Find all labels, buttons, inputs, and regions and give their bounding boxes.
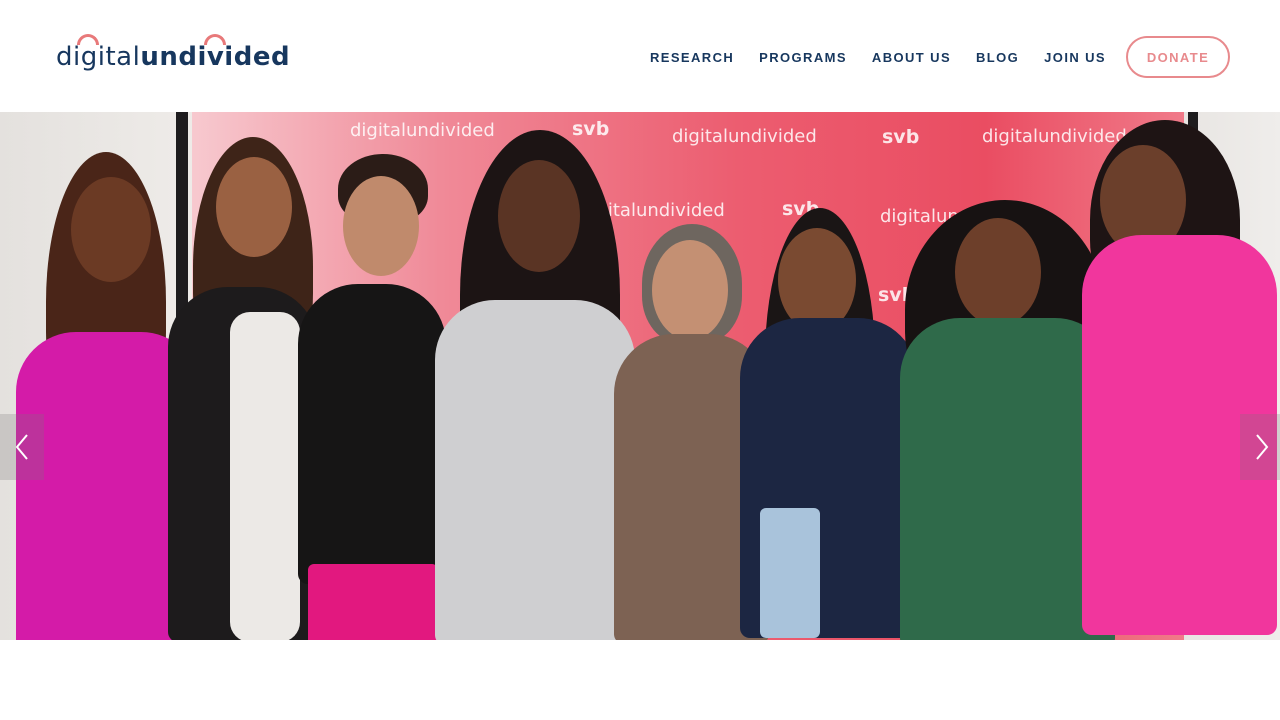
nav-blog[interactable]: BLOG	[976, 50, 1019, 65]
nav-programs[interactable]: PROGRAMS	[759, 50, 847, 65]
main-nav: RESEARCH PROGRAMS ABOUT US BLOG JOIN US …	[650, 36, 1230, 78]
logo-text: digitalundivided	[56, 42, 290, 72]
chevron-left-icon	[15, 434, 28, 460]
chevron-right-icon	[1256, 434, 1269, 460]
backdrop-svb-text: svb	[882, 126, 920, 148]
site-logo[interactable]: digitalundivided	[56, 34, 296, 78]
person-4	[430, 130, 640, 640]
person-6	[740, 208, 920, 638]
slider-prev-button[interactable]	[0, 414, 44, 480]
person-8	[1070, 120, 1280, 640]
backdrop-logo-text: digitalundivided	[672, 126, 817, 147]
logo-text-light: digital	[56, 42, 141, 72]
hero-slider: digitalundivided svb digitalundivided sv…	[0, 112, 1280, 640]
logo-text-bold: undivided	[140, 42, 291, 72]
donate-button[interactable]: DONATE	[1126, 36, 1230, 78]
nav-about-us[interactable]: ABOUT US	[872, 50, 951, 65]
slider-next-button[interactable]	[1240, 414, 1280, 480]
site-header: digitalundivided RESEARCH PROGRAMS ABOUT…	[0, 0, 1280, 112]
nav-join-us[interactable]: JOIN US	[1044, 50, 1106, 65]
person-3	[298, 154, 448, 640]
nav-research[interactable]: RESEARCH	[650, 50, 734, 65]
